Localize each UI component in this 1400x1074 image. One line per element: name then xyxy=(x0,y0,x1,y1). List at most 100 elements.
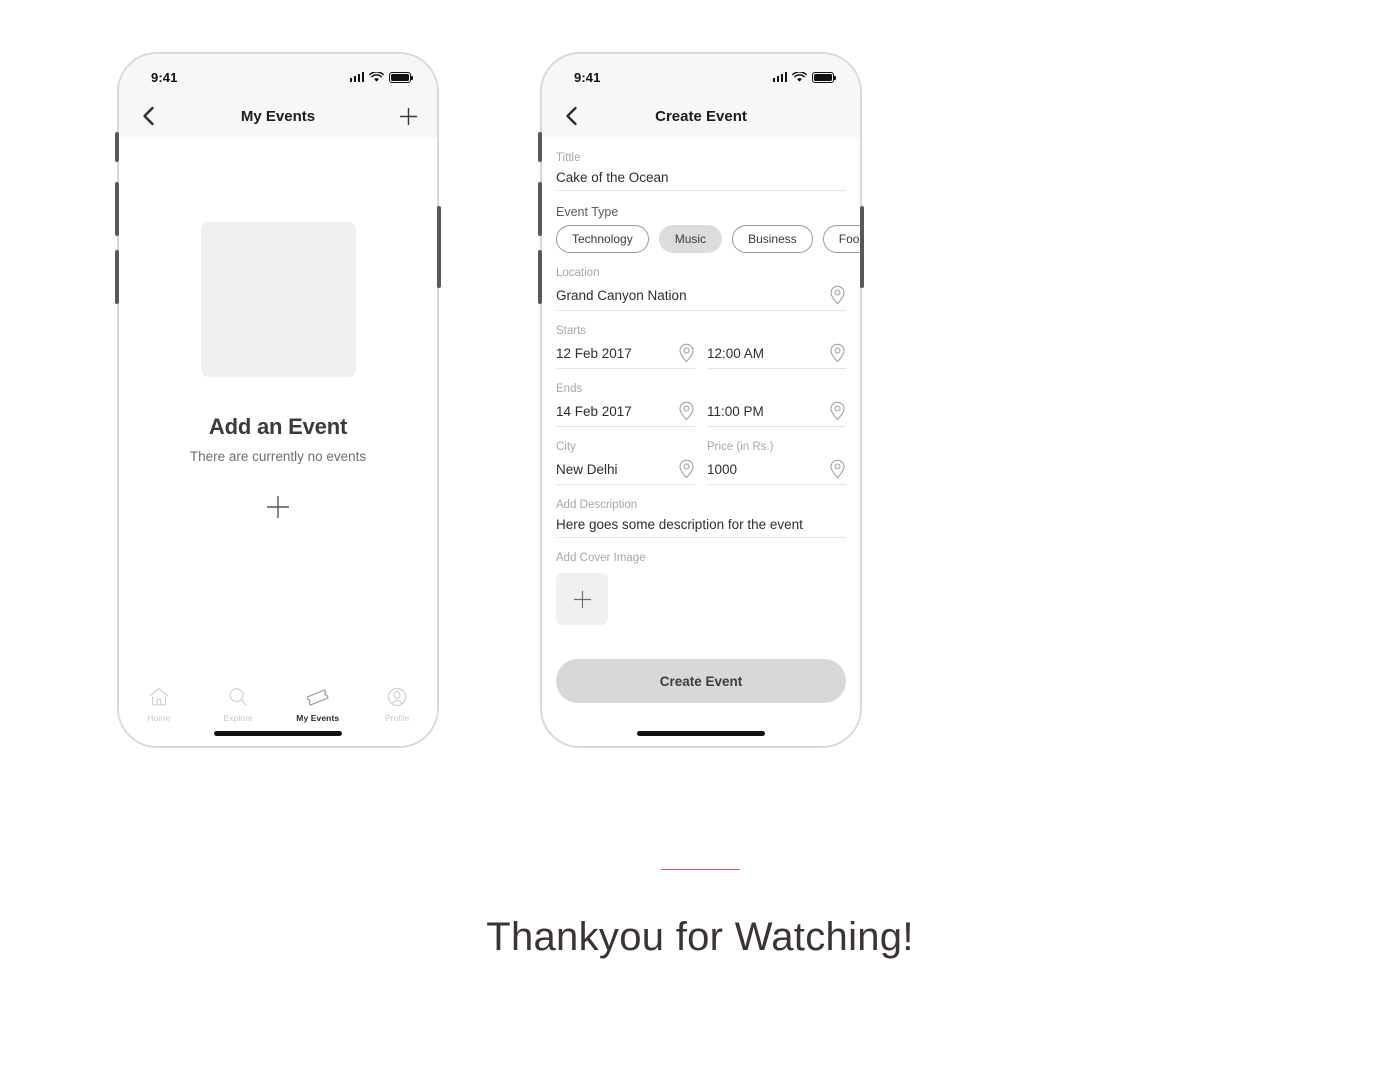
create-event-form: Tittle Cake of the Ocean Event Type Tech… xyxy=(542,138,860,746)
price-input[interactable]: 1000 xyxy=(707,459,846,485)
ends-row: 14 Feb 2017 11:00 PM xyxy=(556,401,846,427)
plus-icon xyxy=(267,496,289,518)
field-value: Grand Canyon Nation xyxy=(556,287,687,303)
field-value: Here goes some description for the event xyxy=(556,517,803,532)
map-pin-icon[interactable] xyxy=(829,459,846,479)
map-pin-icon[interactable] xyxy=(678,401,695,421)
back-button[interactable] xyxy=(558,103,584,129)
tab-label: Home xyxy=(147,713,171,723)
phone-power-button[interactable] xyxy=(860,206,864,288)
field-label: Location xyxy=(556,267,600,279)
status-time: 9:41 xyxy=(574,69,601,85)
navigation-bar: Create Event xyxy=(542,94,860,138)
map-pin-icon[interactable] xyxy=(829,285,846,305)
map-pin-icon[interactable] xyxy=(829,401,846,421)
tab-profile[interactable]: Profile xyxy=(358,684,438,723)
chip-technology[interactable]: Technology xyxy=(556,225,649,253)
field-ends: Ends 14 Feb 2017 11:00 PM xyxy=(556,369,846,427)
ticket-icon xyxy=(305,684,330,710)
tab-explore[interactable]: Explore xyxy=(199,684,279,723)
wifi-icon xyxy=(369,71,384,82)
home-indicator[interactable] xyxy=(214,731,342,736)
back-button[interactable] xyxy=(135,103,161,129)
phone-screen-my-events: 9:41 My Events Add an Event There are cu… xyxy=(119,54,437,746)
field-label: Event Type xyxy=(556,205,619,219)
empty-state-title: Add an Event xyxy=(208,414,348,439)
phone-screen-create-event: 9:41 Create Event Tittle Cake of the Oce… xyxy=(542,54,860,746)
tab-home[interactable]: Home xyxy=(119,684,199,723)
description-input[interactable]: Here goes some description for the event xyxy=(556,517,846,538)
chip-music[interactable]: Music xyxy=(658,225,723,253)
chip-food[interactable]: Food xyxy=(822,225,860,253)
starts-date-col: 12 Feb 2017 xyxy=(556,343,695,369)
city-input[interactable]: New Delhi xyxy=(556,459,695,485)
chip-business[interactable]: Business xyxy=(732,225,813,253)
phone-create-event: 9:41 Create Event Tittle Cake of the Oce… xyxy=(538,52,864,748)
field-label: Starts xyxy=(556,325,587,337)
field-event-type: Event Type Technology Music Business Foo… xyxy=(556,191,860,253)
empty-state: Add an Event There are currently no even… xyxy=(119,138,437,674)
tab-label: My Events xyxy=(296,713,340,723)
home-icon xyxy=(148,684,170,710)
city-label-col: City xyxy=(556,441,695,459)
status-time: 9:41 xyxy=(151,69,178,85)
field-location: Location Grand Canyon Nation xyxy=(556,253,846,311)
field-value: Cake of the Ocean xyxy=(556,170,669,185)
phone-power-button[interactable] xyxy=(437,206,441,288)
home-indicator[interactable] xyxy=(637,731,765,736)
field-value: 1000 xyxy=(707,461,738,477)
plus-icon xyxy=(399,107,417,125)
field-label: Price (in Rs.) xyxy=(707,441,774,453)
title-input[interactable]: Cake of the Ocean xyxy=(556,170,846,191)
battery-full-icon xyxy=(389,71,413,83)
add-cover-image-button[interactable] xyxy=(556,573,608,625)
status-icons xyxy=(772,71,836,83)
wifi-icon xyxy=(792,71,807,82)
ends-time-input[interactable]: 11:00 PM xyxy=(707,401,846,427)
city-price-labels: City Price (in Rs.) xyxy=(556,441,846,459)
my-events-body: Add an Event There are currently no even… xyxy=(119,138,437,746)
city-price-row: New Delhi 1000 xyxy=(556,459,846,485)
add-event-button[interactable] xyxy=(395,103,421,129)
footer-heading: Thankyou for Watching! xyxy=(486,915,914,959)
field-value: 12 Feb 2017 xyxy=(556,345,632,361)
section-divider xyxy=(661,869,740,870)
person-icon xyxy=(386,684,408,710)
field-label: Tittle xyxy=(556,152,581,164)
create-event-button[interactable]: Create Event xyxy=(556,659,846,703)
field-label: Add Description xyxy=(556,499,638,511)
chevron-left-icon xyxy=(565,106,577,126)
starts-time-input[interactable]: 12:00 AM xyxy=(707,343,846,369)
tab-label: Profile xyxy=(384,713,410,723)
starts-date-input[interactable]: 12 Feb 2017 xyxy=(556,343,695,369)
page-title: My Events xyxy=(240,107,316,125)
starts-row: 12 Feb 2017 12:00 AM xyxy=(556,343,846,369)
status-icons xyxy=(349,71,413,83)
field-label: City xyxy=(556,441,576,453)
status-bar: 9:41 xyxy=(542,54,860,94)
tab-my-events[interactable]: My Events xyxy=(278,684,358,723)
field-starts: Starts 12 Feb 2017 12:00 AM xyxy=(556,311,846,369)
map-pin-icon[interactable] xyxy=(678,343,695,363)
field-value: New Delhi xyxy=(556,461,618,477)
field-title: Tittle Cake of the Ocean xyxy=(556,138,846,191)
field-city-price: City Price (in Rs.) New Delhi 1000 xyxy=(556,427,846,485)
page-title: Create Event xyxy=(655,107,747,125)
price-label-col: Price (in Rs.) xyxy=(707,441,846,459)
map-pin-icon[interactable] xyxy=(678,459,695,479)
field-description: Add Description Here goes some descripti… xyxy=(556,485,846,538)
field-cover-image: Add Cover Image xyxy=(556,538,846,625)
empty-state-subtitle: There are currently no events xyxy=(189,449,367,464)
field-value: 14 Feb 2017 xyxy=(556,403,632,419)
cellular-signal-icon xyxy=(349,72,364,82)
navigation-bar: My Events xyxy=(119,94,437,138)
event-type-chip-list[interactable]: Technology Music Business Food xyxy=(556,225,860,253)
ends-time-col: 11:00 PM xyxy=(707,401,846,427)
page-root: 9:41 My Events Add an Event There are cu… xyxy=(0,0,1400,1074)
ends-date-input[interactable]: 14 Feb 2017 xyxy=(556,401,695,427)
cellular-signal-icon xyxy=(772,72,787,82)
map-pin-icon[interactable] xyxy=(829,343,846,363)
location-input[interactable]: Grand Canyon Nation xyxy=(556,285,846,311)
ends-date-col: 14 Feb 2017 xyxy=(556,401,695,427)
empty-state-add-button[interactable] xyxy=(265,494,291,525)
